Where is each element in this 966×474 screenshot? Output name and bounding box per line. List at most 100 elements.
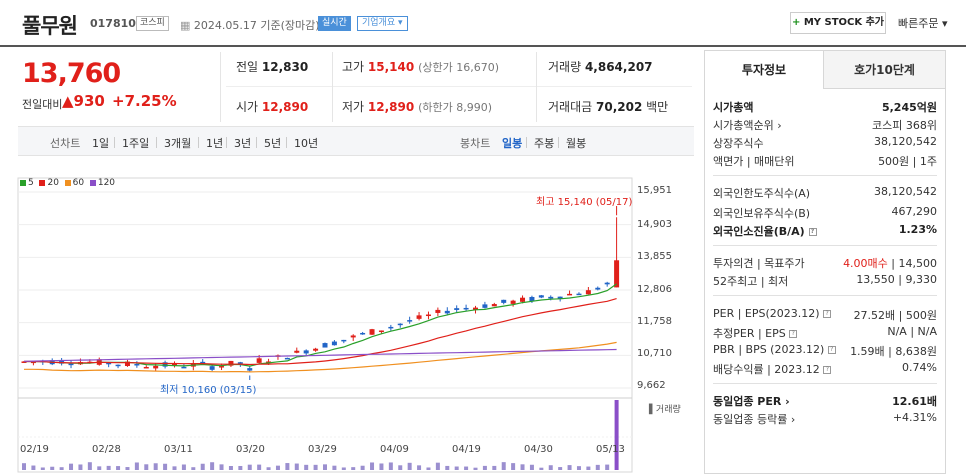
volume-label: 거래량	[548, 60, 582, 74]
candle-body	[567, 293, 573, 296]
mystock-add-button[interactable]: + MY STOCK 추가	[790, 12, 886, 34]
volume-bar	[454, 466, 459, 470]
period-bar: 선차트 1일 1주일 3개월 1년 3년 5년 10년 봉차트 일봉 주봉 월봉	[18, 126, 694, 156]
line-chart-label[interactable]: 선차트	[50, 135, 80, 151]
trade-amount: 거래대금 70,202 백만	[548, 98, 668, 115]
candle-body	[181, 366, 187, 369]
volume-bars	[22, 400, 619, 470]
volume-bar	[163, 463, 168, 470]
candle-body	[501, 299, 507, 303]
period-1y[interactable]: 1년	[206, 135, 223, 151]
volume-swatch-icon: ▌	[649, 405, 656, 415]
x-tick-label: 04/30	[524, 444, 553, 455]
header: 풀무원 017810 코스피 ▦ 2024.05.17 기준(장마감) 실시간 …	[0, 0, 966, 46]
candle-body	[454, 308, 460, 310]
period-5y[interactable]: 5년	[264, 135, 281, 151]
volume-bar	[210, 462, 215, 470]
candle-daily[interactable]: 일봉	[502, 135, 522, 151]
info-key-text: PBR | BPS (2023.12)	[713, 343, 825, 356]
candle-body	[614, 260, 620, 288]
candle-body	[491, 304, 497, 307]
info-key: 외국인한도주식수(A)	[713, 187, 811, 200]
period-1d[interactable]: 1일	[92, 135, 109, 151]
info-value: 38,120,542	[874, 135, 937, 148]
quick-order-button[interactable]: 빠른주문 ▾	[898, 15, 948, 31]
info-key-text: 외국인소진율(B/A)	[713, 225, 805, 238]
volume-bar	[87, 462, 92, 470]
candle-monthly[interactable]: 월봉	[566, 135, 586, 151]
period-10y[interactable]: 10년	[294, 135, 318, 151]
period-1w[interactable]: 1주일	[122, 135, 149, 151]
change-value: ▲930	[62, 92, 105, 110]
summary-divider	[220, 52, 221, 122]
volume-bar	[332, 465, 337, 470]
candle-body	[407, 320, 413, 322]
info-key: 외국인보유주식수(B)	[713, 207, 811, 220]
volume-bar	[511, 463, 516, 470]
date-value: 2024.05.17 기준(장마감)	[193, 19, 320, 32]
help-icon[interactable]: ?	[789, 330, 798, 338]
volume-value: 4,864,207	[584, 60, 653, 74]
tab-investment-info[interactable]: 투자정보	[705, 51, 823, 89]
volume-bar	[50, 466, 55, 470]
candle-body	[153, 365, 159, 369]
candle-body	[331, 341, 337, 346]
candle-body	[595, 287, 601, 290]
volume-bar	[275, 465, 280, 470]
open-value: 12,890	[261, 100, 309, 114]
info-key: 추정PER | EPS ?	[713, 325, 798, 341]
price-chart[interactable]	[0, 176, 694, 474]
opinion-value: 4.00매수	[843, 257, 888, 270]
low-annotation: 최저 10,160 (03/15)	[160, 385, 257, 396]
volume-bar	[558, 467, 563, 470]
candle-body	[284, 357, 290, 360]
tab-order-book[interactable]: 호가10단계	[823, 51, 945, 89]
period-divider	[526, 137, 527, 148]
candle-body	[134, 363, 140, 366]
info-value: 4.00매수 | 14,500	[843, 255, 937, 271]
candle-body	[322, 343, 328, 348]
candle-chart-label[interactable]: 봉차트	[460, 135, 490, 151]
period-3y[interactable]: 3년	[234, 135, 251, 151]
volume-bar	[125, 467, 130, 470]
help-icon[interactable]: ?	[808, 228, 817, 236]
y-tick-label: 11,758	[637, 316, 672, 327]
volume-bar	[360, 465, 365, 470]
help-icon[interactable]: ?	[823, 310, 832, 318]
volume-legend-label: 거래량	[655, 405, 681, 415]
plus-icon: +	[791, 17, 804, 28]
volume-bar	[31, 465, 36, 470]
info-key: PER | EPS(2023.12) ?	[713, 307, 832, 320]
volume-bar	[473, 467, 478, 470]
candle-body	[369, 329, 375, 335]
candle-weekly[interactable]: 주봉	[534, 135, 554, 151]
company-info-button[interactable]: 기업개요 ▾	[357, 16, 408, 31]
volume-bar	[323, 464, 327, 470]
info-value: N/A | N/A	[887, 325, 937, 338]
period-3m[interactable]: 3개월	[164, 135, 191, 151]
volume-bar	[492, 465, 497, 470]
candle-body	[68, 363, 74, 366]
volume-bar	[529, 464, 534, 470]
help-icon[interactable]: ?	[823, 366, 832, 374]
realtime-badge[interactable]: 실시간	[318, 16, 351, 31]
volume-bar	[153, 463, 158, 470]
candle-body	[538, 295, 544, 298]
stock-code: 017810	[90, 17, 136, 30]
volume-bar	[294, 463, 299, 470]
info-value: 13,550 | 9,330	[856, 273, 937, 286]
candle-body	[416, 315, 422, 319]
x-tick-label: 05/13	[596, 444, 625, 455]
candle-body	[313, 348, 319, 351]
info-key: 배당수익률 | 2023.12 ?	[713, 361, 832, 377]
volume-bar	[370, 462, 375, 470]
info-value: 5,245억원	[881, 101, 937, 114]
volume-bar	[257, 464, 262, 470]
y-tick-label: 13,855	[637, 251, 672, 262]
help-icon[interactable]: ?	[827, 346, 836, 354]
volume-bar	[200, 463, 205, 470]
info-value: 코스피 368위	[872, 119, 937, 132]
x-tick-label: 04/09	[380, 444, 409, 455]
candle-body	[378, 330, 384, 333]
volume-bar	[539, 467, 544, 470]
